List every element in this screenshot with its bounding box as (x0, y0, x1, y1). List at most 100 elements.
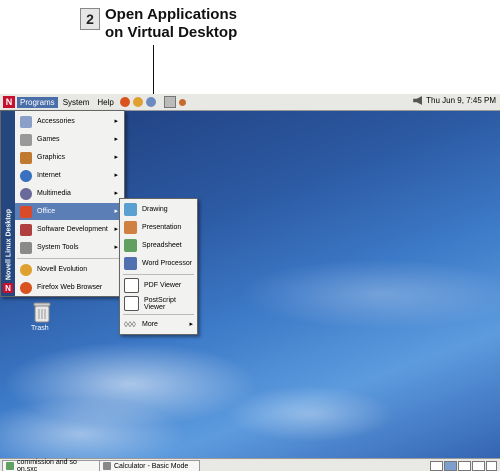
software-development-icon (20, 223, 32, 236)
callout-text: Open Applications on Virtual Desktop (105, 6, 237, 42)
submenu-arrow-icon: ▸ (114, 190, 118, 197)
submenu-item-label: PostScript Viewer (144, 296, 176, 311)
menu-item-label: Graphics (37, 154, 66, 161)
panel-tray: Thu Jun 9, 7:45 PM (413, 96, 496, 105)
menu-item-games[interactable]: Games ▸ (15, 131, 123, 148)
submenu-item-label: Presentation (142, 224, 182, 231)
show-desktop-icon[interactable] (163, 96, 176, 108)
pdf-viewer-icon (124, 278, 139, 293)
postscript-viewer-icon (124, 296, 139, 311)
task-button-calculator[interactable]: Calculator - Basic Mode (99, 460, 200, 471)
submenu-item-postscript-viewer[interactable]: PostScript Viewer (120, 295, 197, 312)
programs-menu[interactable]: Programs (17, 96, 58, 108)
graphics-icon (20, 151, 32, 164)
menu-item-label: Novell Evolution (37, 266, 88, 273)
submenu-item-label: Drawing (142, 206, 168, 213)
novell-logo-icon[interactable]: N (3, 96, 15, 108)
help-launcher-icon[interactable] (145, 97, 156, 107)
callout-line-2: on Virtual Desktop (105, 24, 238, 41)
menu-item-multimedia[interactable]: Multimedia ▸ (15, 185, 123, 202)
firefox-launcher-icon[interactable] (119, 97, 130, 107)
submenu-item-pdf-viewer[interactable]: PDF Viewer (120, 277, 197, 294)
submenu-arrow-icon: ▸ (114, 136, 118, 143)
submenu-item-word-processor[interactable]: Word Processor (120, 255, 197, 272)
task-label: commission and so on.sxc (16, 459, 77, 471)
submenu-arrow-icon: ▸ (114, 208, 118, 215)
workspace-1[interactable] (430, 461, 443, 471)
submenu-item-label: PDF Viewer (144, 282, 182, 289)
menu-item-label: Internet (37, 172, 61, 179)
accessories-icon (20, 115, 32, 128)
office-icon (20, 205, 32, 218)
task-button-spreadsheet[interactable]: commission and so on.sxc (2, 459, 100, 471)
submenu-item-more[interactable]: ◊◊◊ More ▸ (120, 316, 197, 333)
sidebar-label: Novell Linux Desktop (5, 208, 13, 281)
submenu-item-label: Word Processor (142, 260, 193, 267)
submenu-arrow-icon: ▸ (189, 321, 193, 328)
callout-number: 2 (80, 8, 100, 30)
evolution-icon (20, 263, 32, 276)
submenu-arrow-icon: ▸ (114, 118, 118, 125)
panel-applet-icon[interactable] (178, 98, 186, 106)
submenu-arrow-icon: ▸ (114, 226, 118, 233)
submenu-divider (123, 274, 194, 275)
word-processor-icon (124, 257, 137, 270)
workspace-3[interactable] (458, 461, 471, 471)
workspace-2[interactable] (444, 461, 457, 471)
volume-icon[interactable] (413, 96, 423, 105)
bottom-taskbar: commission and so on.sxc Calculator - Ba… (0, 458, 500, 471)
drawing-icon (124, 203, 137, 216)
menu-item-label: Games (37, 136, 60, 143)
task-label: Calculator - Basic Mode (114, 462, 189, 470)
desktop: N Programs System Help Thu Jun 9, 7:45 P… (0, 94, 500, 471)
more-icon: ◊◊◊ (124, 320, 136, 329)
submenu-item-presentation[interactable]: Presentation (120, 219, 197, 236)
menu-item-label: Accessories (37, 118, 75, 125)
novell-logo-icon: N (3, 283, 13, 293)
menu-item-firefox[interactable]: Firefox Web Browser (15, 279, 123, 296)
menu-item-software-development[interactable]: Software Development ▸ (15, 221, 123, 238)
menu-item-label: Office (37, 208, 56, 215)
submenu-arrow-icon: ▸ (114, 154, 118, 161)
firefox-icon (20, 281, 32, 294)
menu-item-label: Software Development (37, 226, 108, 233)
programs-menu-popup: Novell Linux Desktop N Accessories ▸ Gam… (0, 110, 125, 297)
help-menu[interactable]: Help (94, 97, 116, 108)
trash-label: Trash (31, 325, 49, 332)
clock[interactable]: Thu Jun 9, 7:45 PM (426, 96, 496, 105)
system-menu[interactable]: System (60, 97, 93, 108)
submenu-divider (123, 314, 194, 315)
trash-icon[interactable] (33, 301, 51, 323)
system-tools-icon (20, 241, 32, 254)
calculator-task-icon (103, 462, 111, 470)
evolution-launcher-icon[interactable] (132, 97, 143, 107)
menu-item-novell-evolution[interactable]: Novell Evolution (15, 261, 123, 278)
presentation-icon (124, 221, 137, 234)
multimedia-icon (20, 187, 32, 200)
submenu-arrow-icon: ▸ (114, 244, 118, 251)
submenu-item-label: Spreadsheet (142, 242, 182, 249)
menu-item-office[interactable]: Office ▸ (15, 203, 123, 220)
menu-item-accessories[interactable]: Accessories ▸ (15, 113, 123, 130)
internet-icon (20, 169, 32, 182)
menu-divider (17, 258, 121, 259)
menu-item-graphics[interactable]: Graphics ▸ (15, 149, 123, 166)
workspace-4[interactable] (472, 461, 485, 471)
submenu-item-label: More (142, 321, 158, 328)
menu-item-internet[interactable]: Internet ▸ (15, 167, 123, 184)
spreadsheet-task-icon (6, 462, 14, 470)
top-panel: N Programs System Help Thu Jun 9, 7:45 P… (0, 94, 500, 111)
menu-sidebar: Novell Linux Desktop N (1, 111, 15, 296)
menu-item-label: System Tools (37, 244, 79, 251)
spreadsheet-icon (124, 239, 137, 252)
submenu-item-spreadsheet[interactable]: Spreadsheet (120, 237, 197, 254)
submenu-arrow-icon: ▸ (114, 172, 118, 179)
workspace-5[interactable] (486, 461, 497, 471)
office-submenu: Drawing Presentation Spreadsheet Word Pr… (119, 198, 198, 335)
menu-item-label: Multimedia (37, 190, 71, 197)
callout-line-1: Open Applications (105, 6, 237, 23)
menu-item-label: Firefox Web Browser (37, 284, 103, 291)
submenu-item-drawing[interactable]: Drawing (120, 201, 197, 218)
menu-item-system-tools[interactable]: System Tools ▸ (15, 239, 123, 256)
games-icon (20, 133, 32, 146)
